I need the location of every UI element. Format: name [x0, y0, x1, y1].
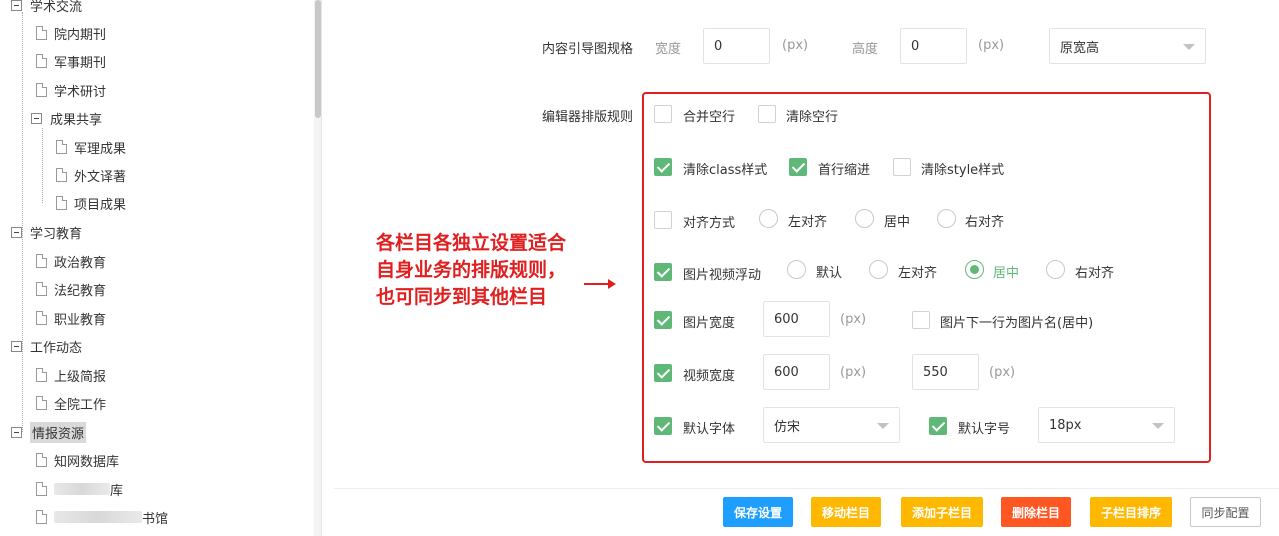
file-icon	[36, 482, 47, 496]
chevron-down-icon	[1183, 44, 1195, 50]
sync-config-button[interactable]: 同步配置	[1190, 497, 1261, 527]
column-settings-panel: 内容引导图规格 宽度 0 (px) 高度 0 (px) 原宽高 编辑器排版规则 …	[322, 0, 1279, 536]
file-icon	[36, 54, 47, 68]
tree-node-study-education[interactable]: 学习教育	[11, 221, 82, 243]
tree-node-academic-exchange[interactable]: 学术交流	[11, 0, 82, 16]
file-icon	[36, 26, 47, 40]
collapse-toggle-icon[interactable]	[11, 226, 22, 238]
tree-node-file[interactable]: 全院工作	[36, 392, 106, 414]
sort-child-column-button[interactable]: 子栏目排序	[1090, 497, 1172, 527]
tree-node-achievement-share[interactable]: 成果共享	[31, 107, 102, 129]
height-label: 高度	[852, 42, 879, 57]
annotation-line: 各栏目各独立设置适合	[376, 232, 567, 254]
annotation-callout: 各栏目各独立设置适合 自身业务的排版规则， 也可同步到其他栏目	[376, 230, 596, 311]
move-column-button[interactable]: 移动栏目	[811, 497, 881, 527]
file-icon	[36, 83, 47, 97]
file-icon	[56, 168, 67, 182]
tree-node-file[interactable]: 知网数据库	[36, 449, 119, 471]
column-tree-sidebar: 学术交流 院内期刊 军事期刊 学术研讨 成果共享 军理成果 外文译著 项目成果 …	[0, 0, 322, 536]
selected-node-label: 情报资源	[30, 421, 87, 443]
file-icon	[36, 453, 47, 467]
tree-node-file[interactable]: 政治教育	[36, 250, 106, 272]
width-label: 宽度	[655, 42, 682, 57]
annotation-line: 自身业务的排版规则，	[376, 259, 567, 281]
guide-width-input[interactable]: 0	[703, 28, 770, 64]
px-unit: (px)	[782, 38, 809, 53]
redacted-text	[54, 483, 110, 495]
file-icon	[36, 282, 47, 296]
tree-node-file[interactable]: 上级简报	[36, 364, 106, 386]
tree-node-file[interactable]: 职业教育	[36, 307, 106, 329]
tree-node-file[interactable]: 项目成果	[56, 192, 126, 214]
editor-rules-label: 编辑器排版规则	[542, 110, 634, 125]
arrow-right-icon	[584, 279, 616, 289]
file-icon	[36, 510, 47, 524]
file-icon	[36, 311, 47, 325]
highlight-frame	[642, 92, 1211, 463]
tree-node-file[interactable]: 院内期刊	[36, 22, 106, 44]
file-icon	[36, 368, 47, 382]
guide-size-select[interactable]: 原宽高	[1049, 28, 1206, 64]
tree-node-file[interactable]: 法纪教育	[36, 278, 106, 300]
tree-node-file[interactable]: 库	[36, 478, 123, 500]
sidebar-scrollbar-thumb[interactable]	[315, 0, 321, 118]
collapse-toggle-icon[interactable]	[11, 426, 22, 438]
guide-image-spec-label: 内容引导图规格	[542, 42, 634, 57]
collapse-toggle-icon[interactable]	[11, 0, 22, 11]
file-icon	[36, 254, 47, 268]
footer-divider	[334, 488, 1279, 489]
tree-node-work-dynamics[interactable]: 工作动态	[11, 335, 82, 357]
tree-node-intel-resources[interactable]: 情报资源	[11, 421, 87, 443]
px-unit: (px)	[978, 38, 1005, 53]
file-icon	[56, 140, 67, 154]
tree-node-file[interactable]: 军理成果	[56, 136, 126, 158]
annotation-line: 也可同步到其他栏目	[376, 286, 548, 308]
save-settings-button[interactable]: 保存设置	[723, 497, 793, 527]
tree-node-file[interactable]: 外文译著	[56, 164, 126, 186]
delete-column-button[interactable]: 删除栏目	[1001, 497, 1071, 527]
file-icon	[56, 196, 67, 210]
file-icon	[36, 396, 47, 410]
add-child-column-button[interactable]: 添加子栏目	[901, 497, 983, 527]
collapse-toggle-icon[interactable]	[31, 112, 42, 124]
guide-height-input[interactable]: 0	[900, 28, 967, 64]
tree-node-file[interactable]: 学术研讨	[36, 79, 106, 101]
select-value: 原宽高	[1060, 40, 1100, 56]
collapse-toggle-icon[interactable]	[11, 340, 22, 352]
tree-node-file[interactable]: 军事期刊	[36, 50, 106, 72]
redacted-text	[54, 511, 142, 523]
tree-node-file[interactable]: 书馆	[36, 506, 168, 528]
